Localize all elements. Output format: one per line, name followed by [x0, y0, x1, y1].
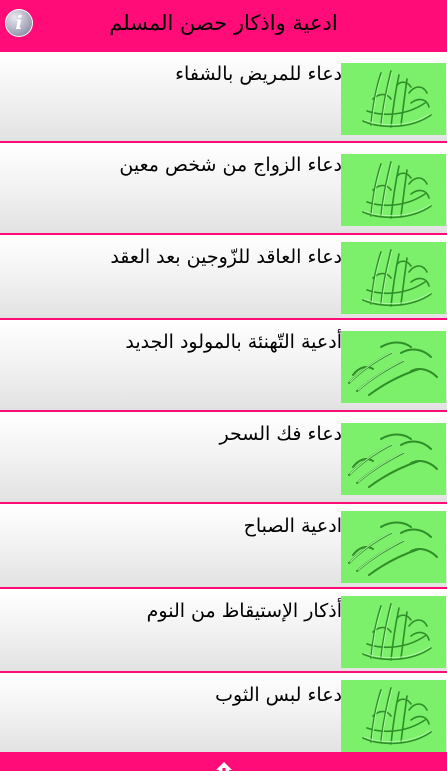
- calligraphy-thumbnail-icon: [341, 154, 446, 226]
- list-item-label: دعاء الزواج من شخص معين: [119, 154, 342, 176]
- list-item[interactable]: دعاء لبس الثوب: [0, 673, 447, 752]
- list-item[interactable]: دعاء الزواج من شخص معين: [0, 143, 447, 233]
- list-item-label: ادعية الصباح: [243, 515, 342, 537]
- calligraphy-thumbnail-icon: [341, 511, 446, 583]
- calligraphy-thumbnail-icon: [341, 242, 446, 314]
- list-item-label: دعاء فك السحر: [219, 423, 342, 445]
- list-item[interactable]: أدعية التّهنئة بالمولود الجديد: [0, 320, 447, 410]
- list-item[interactable]: ادعية الصباح: [0, 504, 447, 587]
- calligraphy-thumbnail-icon: [341, 596, 446, 668]
- list-item-label: دعاء لبس الثوب: [215, 684, 342, 706]
- calligraphy-thumbnail-icon: [341, 423, 446, 495]
- bottom-bar: [0, 752, 447, 771]
- list-item[interactable]: دعاء العاقد للزّوجين بعد العقد: [0, 235, 447, 318]
- list-item[interactable]: دعاء للمريض بالشفاء: [0, 52, 447, 141]
- list-item-label: أذكار الإستيقاظ من النوم: [146, 600, 342, 622]
- home-icon[interactable]: [216, 762, 232, 771]
- calligraphy-thumbnail-icon: [341, 331, 446, 403]
- info-icon: i: [15, 11, 23, 34]
- list-item-label: دعاء للمريض بالشفاء: [175, 63, 342, 85]
- app-header: i ادعية واذكار حصن المسلم: [0, 0, 447, 52]
- calligraphy-thumbnail-icon: [341, 63, 446, 135]
- list-item-label: دعاء العاقد للزّوجين بعد العقد: [110, 246, 342, 268]
- page-title: ادعية واذكار حصن المسلم: [109, 11, 338, 35]
- list-item[interactable]: دعاء فك السحر: [0, 412, 447, 502]
- info-button[interactable]: i: [5, 9, 33, 37]
- list-item-label: أدعية التّهنئة بالمولود الجديد: [125, 331, 342, 353]
- calligraphy-thumbnail-icon: [341, 680, 446, 752]
- list-item[interactable]: أذكار الإستيقاظ من النوم: [0, 589, 447, 671]
